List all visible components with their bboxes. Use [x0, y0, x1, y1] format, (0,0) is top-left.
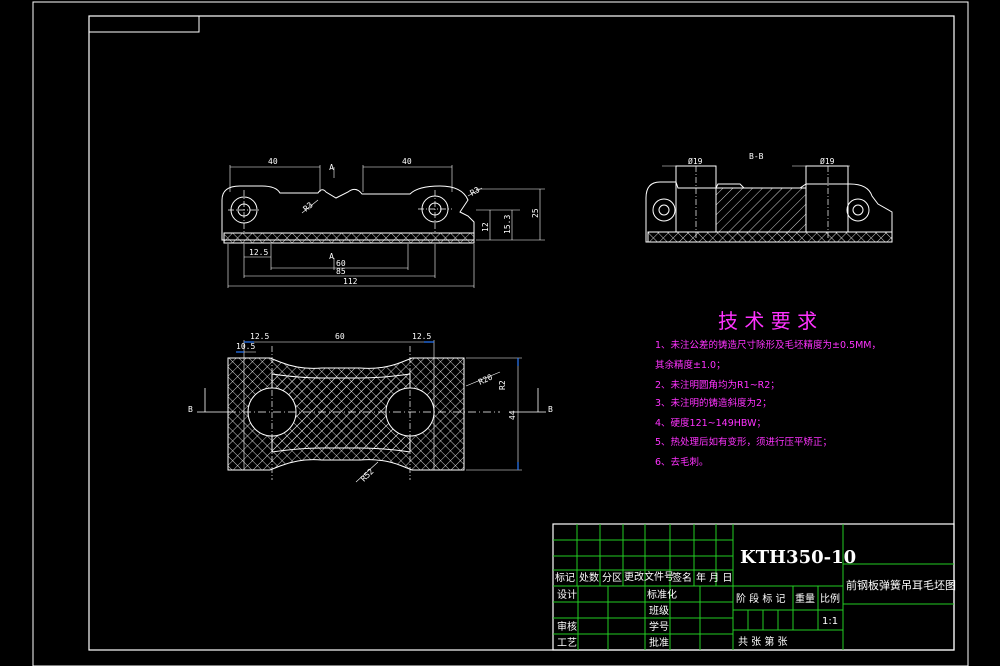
- label-class: 班级: [649, 605, 669, 617]
- dim-dia-right: Ø19: [820, 156, 835, 166]
- title-block: KTH350-10 前钢板弹簧吊耳毛坯图 标记 处数 分区 更改文件号 签名 年…: [552, 523, 956, 651]
- header-stage-mark: 阶 段 标 记: [736, 592, 786, 605]
- requirement-line-6: 5、热处理后如有变形，须进行压平矫正；: [655, 436, 832, 448]
- section-a-bottom: A: [329, 252, 334, 261]
- section-b-left: B: [188, 405, 193, 414]
- section-a-top: A: [329, 163, 334, 172]
- header-chushu: 处数: [579, 571, 599, 584]
- dim-40-right: 40: [402, 157, 412, 166]
- requirement-line-5: 4、硬度121~149HBW；: [655, 417, 766, 429]
- plan-dim-r2: R2: [498, 380, 507, 390]
- section-bb-hole-right-inner: [852, 204, 864, 216]
- label-approval: 批准: [649, 636, 669, 649]
- header-signature: 签名: [672, 571, 692, 584]
- section-bb-hole-left: [652, 198, 676, 222]
- header-biaoji: 标记: [555, 572, 575, 584]
- plan-dim-44: 44: [508, 410, 517, 420]
- plan-dim-r20: R20: [477, 372, 494, 386]
- dim-12-5: 12.5: [249, 248, 268, 257]
- requirement-line-4: 3、未注明的铸造斜度为2；: [655, 397, 772, 409]
- front-base-hatch: [223, 232, 475, 244]
- dim-25: 25: [531, 208, 540, 218]
- label-review: 审核: [557, 620, 577, 633]
- requirement-line-1: 1、未注公差的铸造尺寸除形及毛坯精度为±0.5MM，: [655, 339, 881, 351]
- header-scale: 比例: [820, 592, 840, 605]
- dim-dia-left: Ø19: [688, 156, 703, 166]
- plan-dim-12-5-right: 12.5: [412, 332, 431, 341]
- requirement-line-7: 6、去毛刺。: [655, 456, 709, 468]
- plan-dim-10-5: 10.5: [236, 342, 255, 351]
- section-bb-view: [645, 165, 893, 243]
- drawing-code: KTH350-10: [740, 547, 856, 568]
- plan-dim-12-5-left: 12.5: [250, 332, 269, 341]
- section-b-right: B: [548, 405, 553, 414]
- section-bb-hole-right: [846, 198, 870, 222]
- dim-12: 12: [481, 222, 490, 232]
- header-change-doc: 更改文件号: [624, 570, 674, 583]
- technical-requirements: 技 术 要 求 1、未注公差的铸造尺寸除形及毛坯精度为±0.5MM， 其余精度±…: [655, 309, 881, 468]
- drawing-sheet: 40 40 A A R3 R3 12 15.3 25 12.5 60 85 11…: [32, 1, 969, 666]
- dim-r3-right: R3: [469, 185, 482, 198]
- requirement-line-2: 其余精度±1.0；: [655, 359, 726, 371]
- part-name: 前钢板弹簧吊耳毛坯图: [846, 578, 956, 592]
- dim-40-left: 40: [268, 157, 278, 166]
- plan-dim-60: 60: [335, 332, 345, 341]
- scale-value: 1:1: [822, 616, 838, 627]
- plan-dim-r-diag: R52: [359, 467, 376, 484]
- section-bb-hole-left-inner: [658, 204, 670, 216]
- section-bb-base-hatch: [647, 231, 893, 243]
- front-view-outline: [221, 185, 475, 241]
- label-process: 工艺: [557, 637, 577, 649]
- plan-view: [197, 340, 546, 483]
- dim-112: 112: [343, 277, 358, 286]
- label-standardization: 标准化: [647, 588, 677, 601]
- section-bb-labels: B-B Ø19 Ø19: [688, 152, 835, 166]
- label-student-id: 学号: [649, 620, 669, 633]
- label-design: 设计: [557, 588, 577, 601]
- requirements-title: 技 术 要 求: [718, 309, 817, 333]
- header-weight: 重量: [795, 592, 815, 605]
- section-bb-right-boss: [805, 165, 849, 233]
- front-view-labels: 40 40 A A R3 R3 12 15.3 25 12.5 60 85 11…: [249, 157, 540, 286]
- dim-85: 85: [336, 267, 346, 276]
- dim-15-3: 15.3: [503, 215, 512, 234]
- sheet-count: 共 张 第 张: [738, 635, 788, 648]
- section-bb-web-hatch: [715, 187, 807, 233]
- front-view: [221, 165, 545, 288]
- section-bb-title: B-B: [749, 152, 764, 161]
- requirement-line-3: 2、未注明圆角均为R1~R2；: [655, 379, 780, 391]
- header-fenqu: 分区: [602, 572, 622, 584]
- header-date: 年 月 日: [696, 571, 732, 584]
- code-box: [88, 15, 200, 33]
